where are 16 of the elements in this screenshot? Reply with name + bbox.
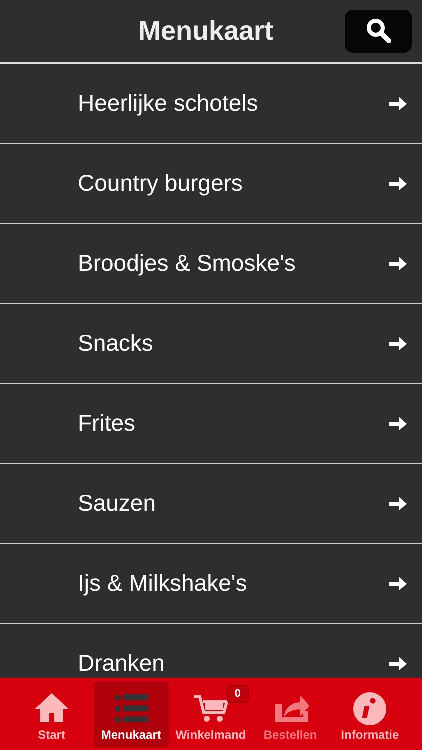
screen-title: Menukaart	[138, 16, 274, 46]
arrow-icon	[388, 256, 408, 272]
arrow-icon	[388, 96, 408, 112]
tab[interactable]: 0 Winkelmand	[173, 682, 249, 748]
arrow-icon	[388, 416, 408, 432]
arrow-icon	[388, 176, 408, 192]
home-icon	[34, 690, 70, 724]
tab[interactable]: Menukaart	[94, 682, 170, 748]
arrow-icon	[388, 336, 408, 352]
arrow-icon	[388, 656, 408, 672]
arrow-icon	[388, 496, 408, 512]
search-button[interactable]	[345, 10, 412, 52]
count-badge: 0	[226, 684, 249, 702]
info-icon	[352, 690, 388, 724]
arrow-icon	[388, 576, 408, 592]
search-icon	[366, 18, 392, 44]
